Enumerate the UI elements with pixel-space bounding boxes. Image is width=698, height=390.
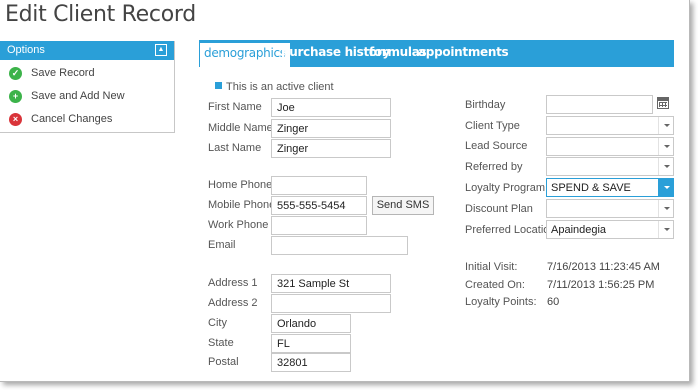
loyalty-program-label: Loyalty Program bbox=[465, 182, 546, 194]
client-type-select[interactable] bbox=[546, 116, 674, 135]
loyalty-points-value: 60 bbox=[547, 296, 560, 308]
preferred-location-select[interactable]: Apaindegia bbox=[546, 220, 674, 239]
chevron-down-icon bbox=[658, 200, 673, 217]
email-label: Email bbox=[208, 239, 236, 251]
created-on-label: Created On: bbox=[465, 279, 525, 291]
home-phone-input[interactable] bbox=[271, 176, 367, 195]
save-record-label: Save Record bbox=[31, 67, 95, 79]
city-label: City bbox=[208, 317, 227, 329]
loyalty-points-label: Loyalty Points: bbox=[465, 296, 537, 308]
birthday-label: Birthday bbox=[465, 99, 506, 111]
check-circle-icon: ✓ bbox=[9, 66, 22, 80]
discount-plan-label: Discount Plan bbox=[465, 203, 533, 215]
active-client-checkbox[interactable] bbox=[215, 82, 222, 89]
lead-source-select[interactable] bbox=[546, 137, 674, 156]
middle-name-input[interactable]: Zinger bbox=[271, 119, 391, 138]
client-type-label: Client Type bbox=[465, 120, 520, 132]
tab-appointments[interactable]: appointments bbox=[418, 45, 509, 59]
address1-label: Address 1 bbox=[208, 277, 258, 289]
plus-circle-icon: + bbox=[9, 89, 22, 103]
postal-label: Postal bbox=[208, 356, 239, 368]
city-input[interactable]: Orlando bbox=[271, 314, 351, 333]
last-name-input[interactable]: Zinger bbox=[271, 139, 391, 158]
created-on-value: 7/11/2013 1:56:25 PM bbox=[547, 279, 655, 291]
first-name-input[interactable]: Joe bbox=[271, 98, 391, 117]
loyalty-program-select[interactable]: SPEND & SAVE bbox=[546, 178, 674, 197]
address1-input[interactable]: 321 Sample St bbox=[271, 274, 391, 293]
mobile-phone-input[interactable]: 555-555-5454 bbox=[271, 196, 367, 215]
preferred-location-value: Apaindegia bbox=[551, 224, 607, 236]
chevron-down-icon bbox=[658, 179, 673, 196]
postal-input[interactable]: 32801 bbox=[271, 353, 351, 372]
save-and-add-new-button[interactable]: + Save and Add New bbox=[9, 88, 125, 104]
referred-by-label: Referred by bbox=[465, 161, 523, 173]
chevron-down-icon bbox=[658, 221, 673, 238]
email-input[interactable] bbox=[271, 236, 408, 255]
tab-demographics[interactable]: demographics bbox=[200, 43, 290, 67]
cancel-changes-button[interactable]: × Cancel Changes bbox=[9, 111, 112, 127]
active-client-label: This is an active client bbox=[226, 81, 334, 93]
last-name-label: Last Name bbox=[208, 142, 262, 154]
state-input[interactable]: FL bbox=[271, 334, 351, 353]
chevron-down-icon bbox=[658, 117, 673, 134]
loyalty-program-value: SPEND & SAVE bbox=[551, 182, 631, 194]
discount-plan-select[interactable] bbox=[546, 199, 674, 218]
cancel-changes-label: Cancel Changes bbox=[31, 113, 113, 125]
birthday-input[interactable] bbox=[546, 95, 653, 114]
middle-name-label: Middle Name bbox=[208, 122, 273, 134]
referred-by-select[interactable] bbox=[546, 157, 674, 176]
initial-visit-label: Initial Visit: bbox=[465, 261, 518, 273]
send-sms-button[interactable]: Send SMS bbox=[372, 196, 434, 215]
mobile-phone-label: Mobile Phone bbox=[208, 199, 276, 211]
calendar-icon[interactable] bbox=[657, 97, 669, 109]
work-phone-input[interactable] bbox=[271, 216, 367, 235]
chevron-down-icon bbox=[658, 138, 673, 155]
options-header-label: Options bbox=[7, 44, 45, 56]
home-phone-label: Home Phone bbox=[208, 179, 273, 191]
options-header: Options ▲ bbox=[0, 41, 174, 60]
address2-label: Address 2 bbox=[208, 297, 258, 309]
first-name-label: First Name bbox=[208, 101, 262, 113]
x-circle-icon: × bbox=[9, 112, 22, 126]
address2-input[interactable] bbox=[271, 294, 391, 313]
save-and-add-new-label: Save and Add New bbox=[31, 90, 125, 102]
initial-visit-value: 7/16/2013 11:23:45 AM bbox=[547, 261, 660, 273]
collapse-up-icon[interactable]: ▲ bbox=[155, 44, 167, 56]
lead-source-label: Lead Source bbox=[465, 140, 528, 152]
state-label: State bbox=[208, 337, 234, 349]
page-title: Edit Client Record bbox=[5, 2, 196, 27]
save-record-button[interactable]: ✓ Save Record bbox=[9, 65, 95, 81]
preferred-location-label: Preferred Location bbox=[465, 224, 556, 236]
chevron-down-icon bbox=[658, 158, 673, 175]
tab-bar: demographics purchase history formulas a… bbox=[199, 40, 674, 67]
work-phone-label: Work Phone bbox=[208, 219, 269, 231]
edit-client-window: Edit Client Record Options ▲ ✓ Save Reco… bbox=[0, 0, 690, 382]
options-panel: Options ▲ ✓ Save Record + Save and Add N… bbox=[0, 41, 175, 133]
